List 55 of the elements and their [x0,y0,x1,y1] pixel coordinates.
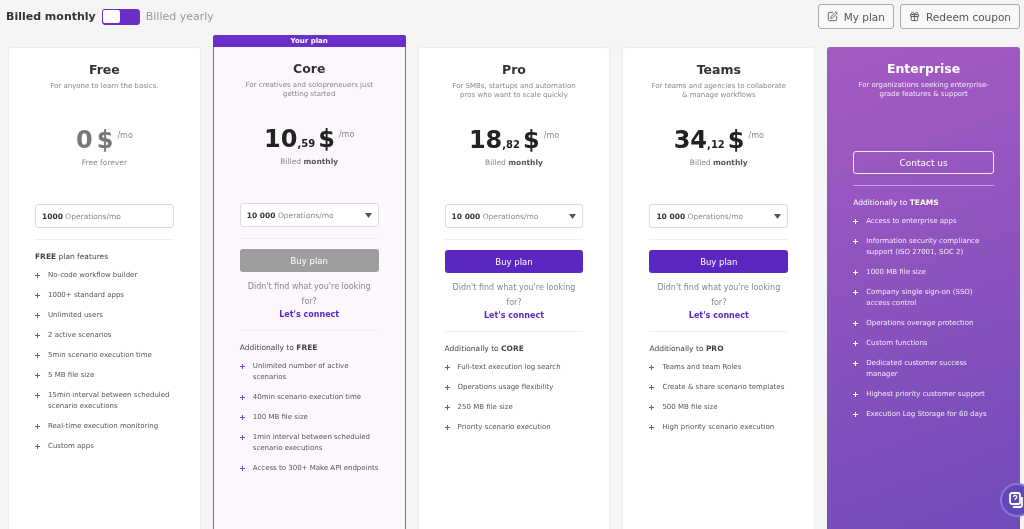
plan-name: Core [292,61,327,76]
connect-link[interactable]: Let's connect [688,311,749,320]
plus-icon [239,415,245,420]
plus-icon [239,364,245,369]
plus-icon [444,365,450,370]
plus-icon [853,392,859,397]
caret-icon [364,212,372,218]
redeem-coupon-button[interactable]: Redeem coupon [899,4,1020,29]
plus-icon [35,444,40,449]
plus-icon [239,466,245,471]
plus-icon [239,395,245,400]
billing-toggle[interactable] [101,8,140,25]
caret-icon [774,213,782,219]
help-icon [1008,491,1024,509]
plus-icon [35,373,40,378]
plan-name: Free [87,62,121,77]
plan-name: Enterprise [885,61,962,76]
plus-icon [649,425,655,430]
plan-name: Teams [695,62,742,77]
plus-icon [35,393,40,398]
plus-icon [649,365,655,370]
plus-icon [444,405,450,410]
plus-icon [853,290,859,295]
edit-icon [826,11,838,22]
plus-icon [239,435,245,440]
my-plan-button[interactable]: My plan [817,4,894,29]
plus-icon [35,424,40,429]
plus-icon [35,273,40,278]
contact-button[interactable]: Contact us [853,151,994,174]
plus-icon [35,353,40,358]
gift-icon [908,11,920,22]
connect-link[interactable]: Let's connect [484,311,544,320]
plus-icon [853,270,859,275]
plus-icon [853,239,859,244]
plus-icon [35,333,40,338]
plus-icon [444,385,450,390]
help-text: Didn't find what you're looking for? [656,282,782,309]
plus-icon [444,425,450,430]
plus-icon [35,313,40,318]
help-text: Didn't find what you're looking for? [246,281,372,308]
plus-icon [649,405,655,410]
plan-name: Pro [501,62,527,77]
connect-link[interactable]: Let's connect [279,310,340,319]
plus-icon [853,341,859,346]
billing-option[interactable]: Billed monthly [6,10,96,23]
plus-icon [853,361,859,366]
caret-icon [569,213,577,219]
plus-icon [649,385,655,390]
plus-icon [853,321,859,326]
help-text: Didn't find what you're looking for? [451,282,577,309]
plus-icon [35,293,40,298]
buy-plan-button[interactable]: Buy plan [444,250,584,273]
buy-plan-button[interactable]: Buy plan [649,250,789,273]
plus-icon [853,219,859,224]
plus-icon [853,412,859,417]
